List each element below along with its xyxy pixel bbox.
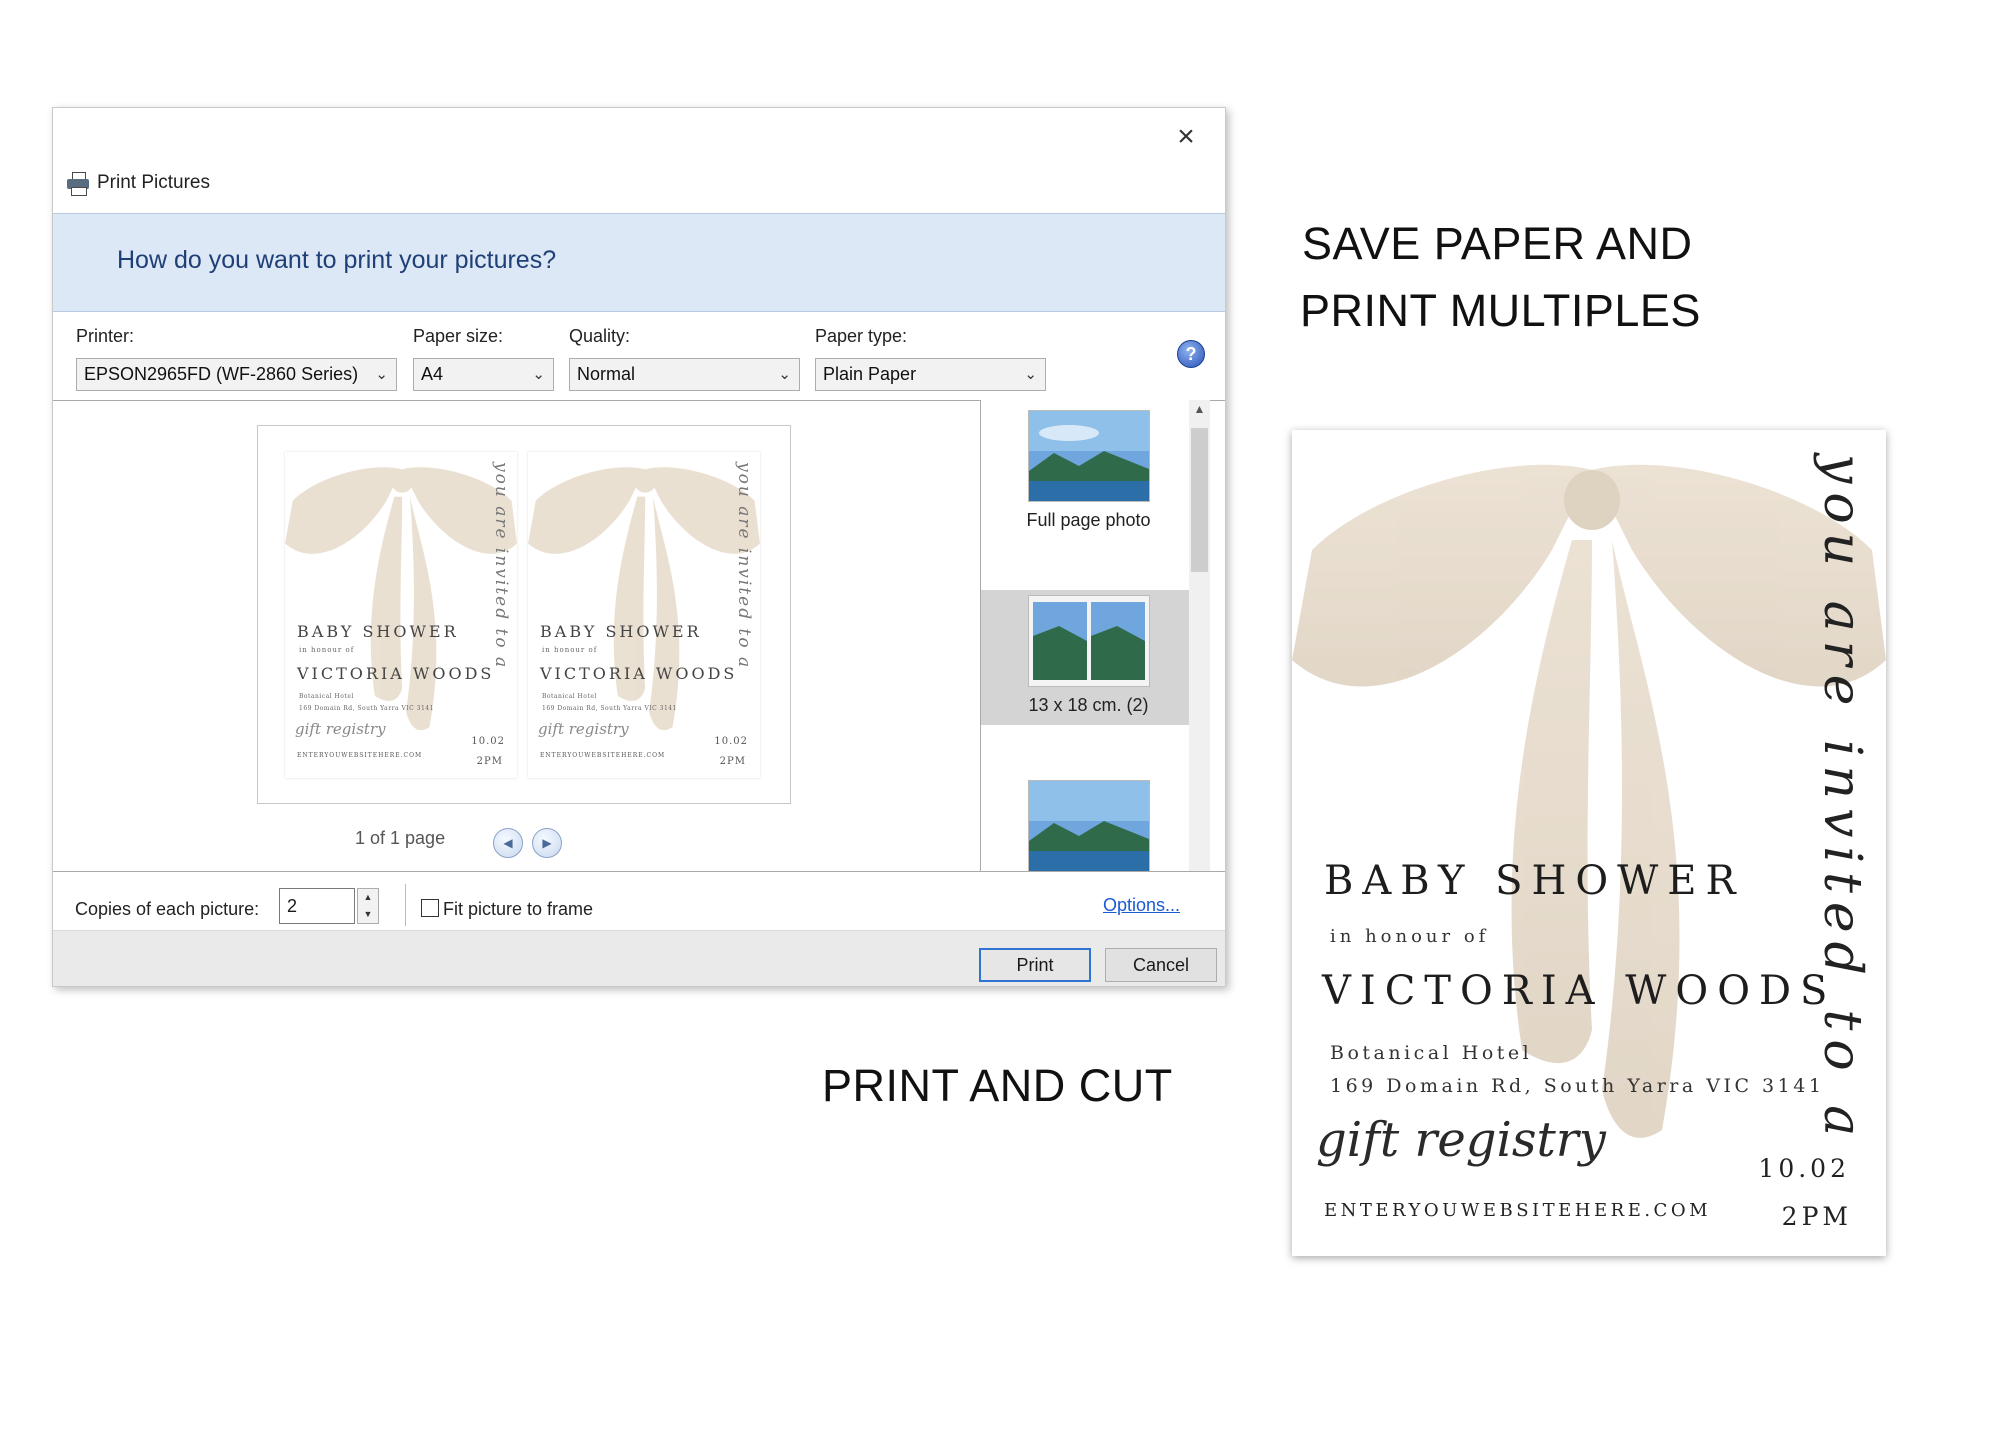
invite-venue: Botanical Hotel: [1330, 1042, 1533, 1064]
invite-registry: gift registry: [295, 720, 386, 738]
printer-field: Printer: EPSON2965FD (WF-2860 Series) ⌄: [76, 326, 397, 391]
fit-to-frame-checkbox[interactable]: [421, 899, 439, 917]
invite-honour: in honour of: [1330, 926, 1490, 947]
chevron-down-icon: ⌄: [1024, 366, 1037, 383]
page-count: 1 of 1 page: [355, 828, 446, 848]
invite-address: 169 Domain Rd, South Yarra VIC 3141: [542, 705, 677, 712]
dialog-title: Print Pictures: [97, 172, 210, 193]
copies-stepper[interactable]: ▲ ▼: [357, 888, 379, 924]
caption-print-and-cut: PRINT AND CUT: [822, 1060, 1173, 1111]
invite-vertical-text: you are invited to a: [734, 462, 754, 670]
landscape-thumbnail: [1027, 410, 1150, 502]
caption-print-multiples: PRINT MULTIPLES: [1300, 285, 1701, 336]
close-icon[interactable]: ×: [1169, 120, 1203, 154]
invite-time: 2PM: [1781, 1202, 1852, 1231]
question-banner: How do you want to print your pictures?: [53, 213, 1225, 312]
quality-select[interactable]: Normal ⌄: [569, 358, 800, 391]
printer-value: EPSON2965FD (WF-2860 Series): [84, 364, 359, 384]
copies-input[interactable]: 2: [279, 888, 355, 924]
quality-field: Quality: Normal ⌄: [569, 326, 800, 391]
printer-label: Printer:: [76, 326, 135, 346]
layout-full-page-photo[interactable]: Full page photo: [981, 410, 1196, 530]
invite-registry: gift registry: [1316, 1112, 1606, 1168]
invite-date: 10.02: [714, 736, 748, 747]
paper-type-field: Paper type: Plain Paper ⌄: [815, 326, 1046, 391]
invite-title: BABY SHOWER: [297, 622, 459, 641]
invite-time: 2PM: [719, 756, 746, 767]
invite-venue: Botanical Hotel: [542, 693, 597, 700]
invite-vertical-text: you are invited to a: [491, 462, 511, 670]
scroll-up-icon[interactable]: ▲: [1189, 402, 1210, 416]
invite-title: BABY SHOWER: [1324, 858, 1745, 904]
paper-type-select[interactable]: Plain Paper ⌄: [815, 358, 1046, 391]
divider: [53, 871, 1225, 872]
invite-website: ENTERYOUWEBSITEHERE.COM: [1324, 1200, 1712, 1221]
cancel-button[interactable]: Cancel: [1105, 948, 1217, 982]
invite-website: ENTERYOUWEBSITEHERE.COM: [540, 752, 666, 759]
previous-page-button[interactable]: ◀: [493, 828, 523, 858]
landscape-thumbnail: [1027, 780, 1150, 871]
paper-type-value: Plain Paper: [823, 364, 917, 384]
chevron-down-icon: ⌄: [778, 366, 791, 383]
layout-13x18-two[interactable]: 13 x 18 cm. (2): [981, 590, 1196, 725]
print-pictures-dialog: × Print Pictures How do you want to prin…: [52, 107, 1226, 987]
chevron-down-icon: ⌄: [375, 366, 388, 383]
paper-size-value: A4: [421, 364, 444, 384]
invite-honour: in honour of: [299, 646, 355, 654]
dialog-titlebar: Print Pictures: [67, 168, 210, 198]
printer-icon: [67, 172, 89, 196]
invite-title: BABY SHOWER: [540, 622, 702, 641]
next-page-button[interactable]: ▶: [532, 828, 562, 858]
stepper-down-icon[interactable]: ▼: [358, 906, 378, 923]
caption-save-paper: SAVE PAPER AND: [1302, 218, 1693, 269]
invite-name: VICTORIA WOODS: [540, 664, 738, 683]
copies-label: Copies of each picture:: [75, 899, 260, 919]
help-icon[interactable]: ?: [1177, 340, 1205, 368]
options-link[interactable]: Options...: [1103, 895, 1180, 916]
preview-card-2: you are invited to a BABY SHOWER in hono…: [528, 452, 760, 778]
layout-scrollbar[interactable]: ▲: [1189, 400, 1210, 871]
invite-honour: in honour of: [542, 646, 598, 654]
printer-select[interactable]: EPSON2965FD (WF-2860 Series) ⌄: [76, 358, 397, 391]
layout-option-3[interactable]: [981, 780, 1196, 871]
invite-date: 10.02: [1758, 1154, 1850, 1183]
dialog-footer: Print Cancel: [53, 930, 1225, 986]
invite-address: 169 Domain Rd, South Yarra VIC 3141: [1330, 1075, 1825, 1097]
chevron-down-icon: ⌄: [532, 366, 545, 383]
invite-vertical-text: you are invited to a: [1812, 454, 1872, 1146]
two-portrait-thumbnail: [1027, 595, 1150, 687]
invitation-card: you are invited to a BABY SHOWER in hono…: [1292, 430, 1886, 1256]
invite-name: VICTORIA WOODS: [297, 664, 495, 683]
paper-size-label: Paper size:: [413, 326, 504, 346]
paper-size-field: Paper size: A4 ⌄: [413, 326, 554, 391]
invite-website: ENTERYOUWEBSITEHERE.COM: [297, 752, 423, 759]
invite-venue: Botanical Hotel: [299, 693, 354, 700]
layout-list: Full page photo 13 x 18 cm. (2) ▲: [980, 400, 1210, 871]
vertical-separator: [405, 884, 406, 926]
print-button[interactable]: Print: [979, 948, 1091, 982]
invite-name: VICTORIA WOODS: [1322, 968, 1837, 1014]
invite-registry: gift registry: [538, 720, 629, 738]
print-preview: you are invited to a BABY SHOWER in hono…: [257, 425, 791, 804]
paper-type-label: Paper type:: [815, 326, 908, 346]
paper-size-select[interactable]: A4 ⌄: [413, 358, 554, 391]
quality-value: Normal: [577, 364, 636, 384]
preview-card-1: you are invited to a BABY SHOWER in hono…: [285, 452, 517, 778]
layout-label: 13 x 18 cm. (2): [1028, 695, 1149, 715]
invite-date: 10.02: [471, 736, 505, 747]
quality-label: Quality:: [569, 326, 631, 346]
layout-label: Full page photo: [1026, 510, 1151, 530]
invite-address: 169 Domain Rd, South Yarra VIC 3141: [299, 705, 434, 712]
invite-time: 2PM: [476, 756, 503, 767]
stepper-up-icon[interactable]: ▲: [358, 889, 378, 906]
scrollbar-thumb[interactable]: [1191, 428, 1208, 572]
question-text: How do you want to print your pictures?: [117, 246, 557, 274]
fit-to-frame-label: Fit picture to frame: [443, 899, 594, 919]
